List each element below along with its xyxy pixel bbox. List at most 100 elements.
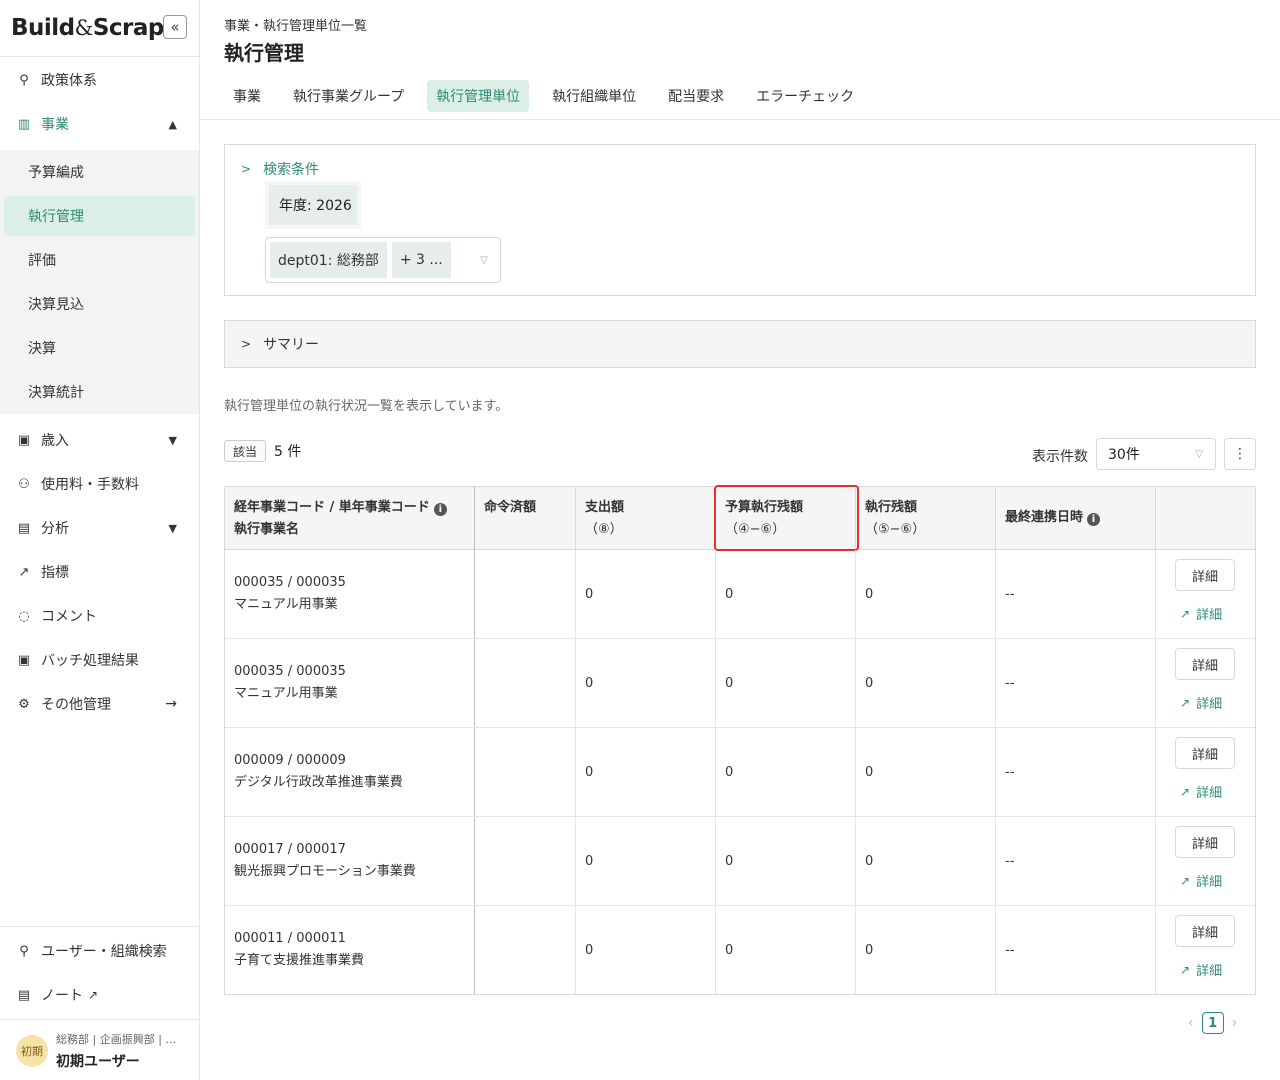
column-header-code: 経年事業コード / 単年事業コード i 執行事業名 — [225, 487, 475, 550]
sidebar-divider — [0, 926, 199, 927]
table-row: 000035 / 000035 マニュアル用事業 0 0 0 -- 詳細 ↗ 詳… — [225, 639, 1255, 728]
count-badge: 該当 — [224, 440, 267, 462]
result-count: 該当 5 件 — [224, 440, 301, 462]
detail-button[interactable]: 詳細 — [1175, 915, 1235, 947]
arrow-right-icon: → — [165, 696, 177, 712]
user-profile[interactable]: 初期 総務部 | 企画振興部 | … 初期ユーザー — [0, 1021, 199, 1080]
highlight-annotation — [714, 485, 859, 551]
trend-icon: ↗ — [18, 564, 30, 580]
tabs-divider — [200, 119, 1280, 120]
sidebar-subitem-evaluation[interactable]: 評価 — [4, 240, 195, 280]
sidebar-subitem-settlement-stats[interactable]: 決算統計 — [4, 372, 195, 412]
gear-icon: ⚙ — [18, 696, 30, 712]
chevron-down-icon: ▽ — [480, 254, 488, 266]
external-link-icon: ↗ — [1180, 606, 1191, 621]
chevron-right-icon: > — [241, 162, 252, 176]
detail-link[interactable]: ↗ 詳細 — [1180, 871, 1222, 891]
people-icon: ⚇ — [18, 476, 30, 492]
detail-button[interactable]: 詳細 — [1175, 559, 1235, 591]
detail-link[interactable]: ↗ 詳細 — [1180, 604, 1222, 624]
breadcrumb[interactable]: 事業・執行管理単位一覧 — [224, 15, 367, 34]
user-department: 総務部 | 企画振興部 | … — [56, 1032, 177, 1046]
list-description: 執行管理単位の執行状況一覧を表示しています。 — [224, 399, 509, 414]
table-row: 000009 / 000009 デジタル行政改革推進事業費 0 0 0 -- 詳… — [225, 728, 1255, 817]
detail-button[interactable]: 詳細 — [1175, 648, 1235, 680]
chevron-down-icon: ▼ — [168, 521, 177, 535]
column-header-execution-remaining: 執行残額 （⑤−⑥） — [856, 487, 996, 550]
search-icon: ⚲ — [19, 943, 29, 959]
external-link-icon: ↗ — [88, 988, 99, 1002]
sidebar-item-indicators[interactable]: ↗ 指標 — [0, 550, 199, 594]
external-link-icon: ↗ — [1180, 962, 1191, 977]
sidebar-item-revenue[interactable]: ▣ 歳入 ▼ — [0, 418, 199, 462]
tab-allocation-requests[interactable]: 配当要求 — [659, 80, 733, 112]
column-header-last-sync: 最終連携日時 i — [996, 487, 1156, 550]
tab-projects[interactable]: 事業 — [224, 80, 270, 112]
tab-error-check[interactable]: エラーチェック — [747, 80, 863, 112]
per-page-label: 表示件数 — [1032, 449, 1088, 465]
chevron-right-icon: > — [241, 337, 252, 351]
app-logo[interactable]: Build&Scrap — [11, 15, 164, 41]
sidebar-item-projects[interactable]: ▥ 事業 ▲ — [0, 102, 199, 146]
logo-area: Build&Scrap « — [0, 0, 199, 57]
more-options-button[interactable]: ⋮ — [1224, 438, 1256, 470]
detail-button[interactable]: 詳細 — [1175, 737, 1235, 769]
user-name: 初期ユーザー — [56, 1053, 140, 1070]
column-header-spent: 支出額 （⑧） — [576, 487, 716, 550]
chevron-down-icon: ▼ — [168, 433, 177, 447]
sidebar: Build&Scrap « ⚲ 政策体系 ▥ 事業 ▲ 予算編成 執行管理 評価… — [0, 0, 200, 1080]
sidebar-subitem-budget[interactable]: 予算編成 — [4, 152, 195, 192]
sidebar-item-batch-results[interactable]: ▣ バッチ処理結果 — [0, 638, 199, 682]
tab-bar: 事業 執行事業グループ 執行管理単位 執行組織単位 配当要求 エラーチェック — [224, 80, 877, 112]
search-conditions-toggle[interactable]: > 検索条件 — [241, 159, 319, 179]
main-content: 事業・執行管理単位一覧 執行管理 事業 執行事業グループ 執行管理単位 執行組織… — [200, 0, 1280, 1080]
detail-link[interactable]: ↗ 詳細 — [1180, 693, 1222, 713]
search-conditions-panel: > 検索条件 年度: 2026 dept01: 総務部 + 3 ... ▽ — [224, 144, 1256, 296]
sidebar-subitem-settlement[interactable]: 決算 — [4, 328, 195, 368]
detail-link[interactable]: ↗ 詳細 — [1180, 960, 1222, 980]
tab-execution-groups[interactable]: 執行事業グループ — [284, 80, 413, 112]
next-page-icon[interactable]: › — [1232, 1015, 1238, 1031]
analysis-icon: ▤ — [17, 520, 31, 536]
info-icon[interactable]: i — [1087, 513, 1101, 526]
avatar: 初期 — [16, 1034, 48, 1067]
sidebar-item-fees[interactable]: ⚇ 使用料・手数料 — [0, 462, 199, 506]
table-row: 000017 / 000017 観光振興プロモーション事業費 0 0 0 -- … — [225, 817, 1255, 906]
prev-page-icon[interactable]: ‹ — [1188, 1015, 1194, 1031]
chevron-down-icon: ▽ — [1195, 448, 1203, 460]
comment-icon: ◌ — [18, 608, 30, 624]
sidebar-item-policy[interactable]: ⚲ 政策体系 — [0, 58, 199, 102]
external-link-icon: ↗ — [1180, 695, 1191, 710]
column-header-actions — [1156, 487, 1255, 550]
info-icon[interactable]: i — [433, 503, 447, 516]
department-select[interactable]: dept01: 総務部 + 3 ... ▽ — [265, 237, 501, 283]
per-page-select[interactable]: 30件 ▽ — [1096, 438, 1216, 470]
table-row: 000011 / 000011 子育て支援推進事業費 0 0 0 -- 詳細 ↗… — [225, 906, 1255, 995]
bar-chart-icon: ▥ — [17, 116, 31, 132]
summary-toggle[interactable]: > サマリー — [224, 320, 1256, 368]
chevron-up-icon: ▲ — [168, 117, 177, 131]
page-number[interactable]: 1 — [1201, 1012, 1224, 1034]
external-link-icon: ↗ — [1180, 784, 1191, 799]
tab-execution-units[interactable]: 執行管理単位 — [427, 80, 530, 112]
sidebar-item-user-search[interactable]: ⚲ ユーザー・組織検索 — [0, 929, 199, 973]
revenue-icon: ▣ — [17, 432, 31, 448]
more-departments-chip: + 3 ... — [391, 242, 451, 278]
hierarchy-icon: ⚲ — [19, 72, 29, 88]
tab-organization-units[interactable]: 執行組織単位 — [543, 80, 645, 112]
table-row: 000035 / 000035 マニュアル用事業 0 0 0 -- 詳細 ↗ 詳… — [225, 550, 1255, 639]
book-icon: ▤ — [17, 987, 31, 1003]
sidebar-item-analysis[interactable]: ▤ 分析 ▼ — [0, 506, 199, 550]
sidebar-item-notes[interactable]: ▤ ノート ↗ — [0, 973, 199, 1017]
sidebar-item-comments[interactable]: ◌ コメント — [0, 594, 199, 638]
sidebar-subitem-execution[interactable]: 執行管理 — [4, 196, 195, 236]
detail-link[interactable]: ↗ 詳細 — [1180, 782, 1222, 802]
column-header-ordered: 命令済額 — [475, 487, 576, 550]
detail-button[interactable]: 詳細 — [1175, 826, 1235, 858]
sidebar-item-other-admin[interactable]: ⚙ その他管理 → — [0, 682, 199, 726]
sidebar-subitem-settlement-forecast[interactable]: 決算見込 — [4, 284, 195, 324]
collapse-sidebar-button[interactable]: « — [163, 15, 187, 39]
double-chevron-left-icon: « — [170, 18, 180, 36]
year-filter[interactable]: 年度: 2026 — [265, 181, 361, 229]
page-title: 執行管理 — [224, 41, 304, 65]
